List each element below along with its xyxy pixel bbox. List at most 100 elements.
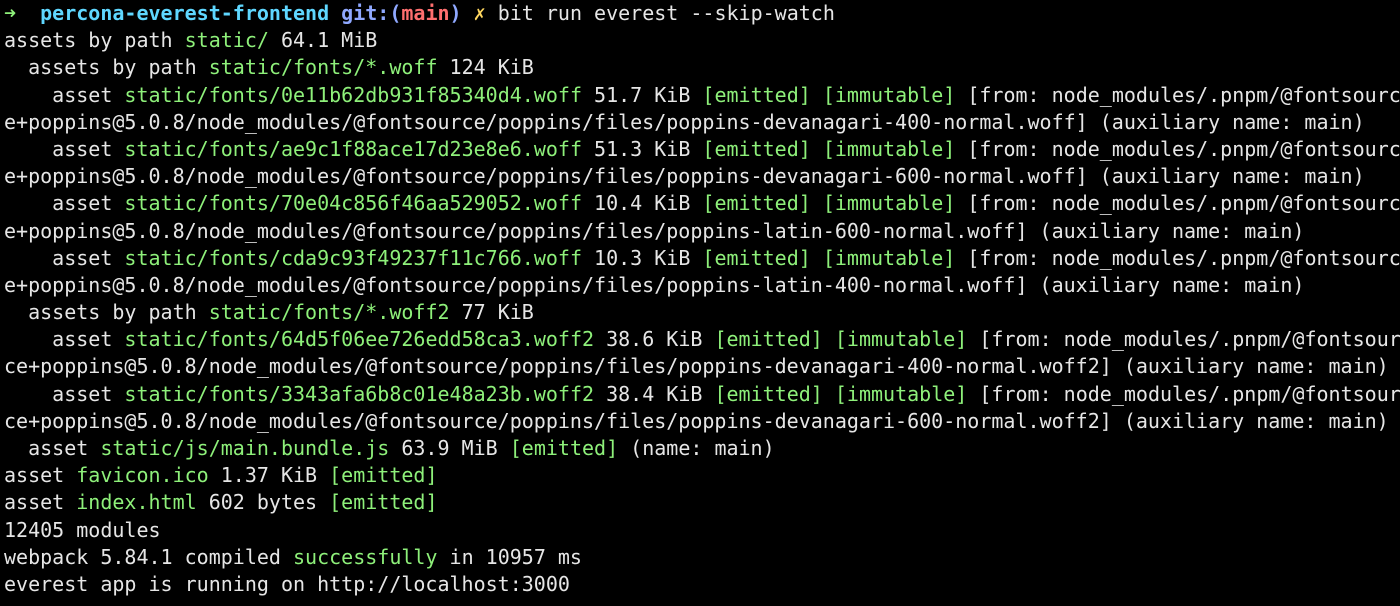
prompt-line: ➜ percona-everest-frontend git:(main) ✗ … — [4, 0, 1400, 27]
prompt-segment: main — [401, 1, 450, 25]
highlighted-text: [emitted] — [702, 136, 811, 161]
highlighted-text: [immutable] — [834, 381, 968, 406]
output-text: 64.1 MiB — [268, 28, 378, 53]
highlighted-text: [immutable] — [822, 245, 956, 270]
highlighted-text: static/js/main.bundle.js — [100, 436, 390, 460]
highlighted-text: static/fonts/0e11b62db931f85340d4.woff — [124, 82, 582, 107]
output-text: e+poppins@5.0.8/node_modules/@fontsource… — [4, 218, 1305, 243]
highlighted-text: static/fonts/*.woff2 — [208, 300, 450, 325]
output-text: [from: node_modules/.pnpm/@fontsourc — [955, 191, 1400, 216]
highlighted-text: favicon.ico — [76, 463, 209, 488]
output-text: ce+poppins@5.0.8/node_modules/@fontsourc… — [4, 408, 1389, 433]
output-text: (name: main) — [618, 436, 775, 460]
terminal-line: e+poppins@5.0.8/node_modules/@fontsource… — [4, 109, 1400, 136]
terminal-line: asset static/fonts/3343afa6b8c01e48a23b.… — [4, 381, 1400, 408]
output-text: e+poppins@5.0.8/node_modules/@fontsource… — [4, 272, 1305, 297]
highlighted-text: [immutable] — [834, 327, 968, 352]
highlighted-text: [emitted] — [329, 463, 438, 488]
prompt-segment: git:( — [329, 1, 402, 25]
highlighted-text: static/fonts/70e04c856f46aa529052.woff — [124, 191, 582, 216]
output-text: asset — [4, 245, 125, 270]
output-text: 51.3 KiB — [581, 136, 703, 161]
prompt-segment: percona-everest-frontend — [40, 1, 330, 25]
output-text: assets by path — [4, 300, 209, 325]
output-text: [from: node_modules/.pnpm/@fontsourc — [955, 136, 1400, 161]
terminal-line: assets by path static/fonts/*.woff 124 K… — [4, 54, 1400, 81]
output-text: asset — [4, 191, 125, 216]
output-text: e+poppins@5.0.8/node_modules/@fontsource… — [4, 109, 1365, 134]
output-text: 1.37 KiB — [208, 463, 330, 488]
terminal-line: everest app is running on http://localho… — [4, 571, 1400, 598]
output-text: 10.4 KiB — [581, 191, 703, 216]
highlighted-text: [emitted] — [714, 381, 823, 406]
terminal-line: webpack 5.84.1 compiled successfully in … — [4, 544, 1400, 571]
output-text: assets by path — [4, 55, 209, 80]
output-text: asset — [4, 463, 77, 488]
output-text: asset — [4, 136, 125, 161]
output-text: [from: node_modules/.pnpm/@fontsourc — [955, 82, 1400, 107]
terminal-line: asset favicon.ico 1.37 KiB [emitted] — [4, 462, 1400, 489]
output-text: asset — [4, 381, 125, 406]
output-text: asset — [4, 82, 125, 107]
output-text: [from: node_modules/.pnpm/@fontsourc — [955, 245, 1400, 270]
output-text: [from: node_modules/.pnpm/@fontsour — [967, 327, 1400, 352]
output-text: 10.3 KiB — [581, 245, 703, 270]
highlighted-text: [emitted] — [509, 436, 619, 460]
terminal-line: assets by path static/ 64.1 MiB — [4, 27, 1400, 54]
terminal-line: asset static/fonts/0e11b62db931f85340d4.… — [4, 82, 1400, 109]
terminal-line: asset static/fonts/ae9c1f88ace17d23e8e6.… — [4, 136, 1400, 163]
highlighted-text: static/fonts/*.woff — [208, 55, 438, 80]
terminal-line: 12405 modules — [4, 517, 1400, 544]
highlighted-text: static/fonts/cda9c93f49237f11c766.woff — [124, 245, 582, 270]
output-text: everest app is running on http://localho… — [4, 571, 570, 596]
output-text: 77 KiB — [449, 300, 534, 325]
output-text: 63.9 MiB — [389, 436, 510, 460]
terminal-line: asset static/js/main.bundle.js 63.9 MiB … — [4, 435, 1400, 462]
terminal-line: asset static/fonts/70e04c856f46aa529052.… — [4, 190, 1400, 217]
highlighted-text: static/ — [184, 28, 269, 53]
highlighted-text: [emitted] — [702, 82, 811, 107]
highlighted-text: static/fonts/ae9c1f88ace17d23e8e6.woff — [124, 136, 582, 161]
highlighted-text: static/fonts/64d5f06ee726edd58ca3.woff2 — [124, 327, 595, 352]
highlighted-text: [emitted] — [329, 490, 438, 515]
output-text: 602 bytes — [196, 490, 330, 515]
highlighted-text: index.html — [76, 490, 197, 515]
prompt-segment: ) — [449, 1, 462, 25]
output-text: asset — [4, 327, 125, 352]
terminal-line: asset static/fonts/cda9c93f49237f11c766.… — [4, 245, 1400, 272]
prompt-segment: ✗ — [461, 1, 486, 25]
terminal-line: asset static/fonts/64d5f06ee726edd58ca3.… — [4, 326, 1400, 353]
output-text: assets by path — [4, 28, 185, 53]
highlighted-text: [emitted] — [714, 327, 823, 352]
output-text: 38.4 KiB — [594, 381, 715, 406]
highlighted-text: [emitted] — [702, 191, 811, 216]
terminal-line: e+poppins@5.0.8/node_modules/@fontsource… — [4, 272, 1400, 299]
prompt-segment: ➜ — [4, 1, 41, 25]
highlighted-text: [immutable] — [822, 191, 956, 216]
highlighted-text: static/fonts/3343afa6b8c01e48a23b.woff2 — [124, 381, 595, 406]
terminal-line: ce+poppins@5.0.8/node_modules/@fontsourc… — [4, 353, 1400, 380]
highlighted-text: [emitted] — [702, 245, 811, 270]
output-text: webpack 5.84.1 compiled — [4, 544, 293, 569]
output-text: 38.6 KiB — [594, 327, 715, 352]
terminal-output[interactable]: ➜ percona-everest-frontend git:(main) ✗ … — [4, 0, 1400, 606]
output-text: e+poppins@5.0.8/node_modules/@fontsource… — [4, 164, 1365, 189]
output-text: ce+poppins@5.0.8/node_modules/@fontsourc… — [4, 354, 1389, 379]
highlighted-text: [immutable] — [822, 82, 956, 107]
output-text: asset — [4, 490, 77, 515]
output-text: 51.7 KiB — [581, 82, 703, 107]
output-text: asset — [4, 436, 101, 460]
terminal-line: ce+poppins@5.0.8/node_modules/@fontsourc… — [4, 408, 1400, 435]
highlighted-text: [immutable] — [822, 136, 956, 161]
terminal-line: e+poppins@5.0.8/node_modules/@fontsource… — [4, 163, 1400, 190]
output-text: [from: node_modules/.pnpm/@fontsour — [967, 381, 1400, 406]
output-text: in 10957 ms — [437, 544, 582, 569]
output-text: 12405 modules — [4, 517, 161, 542]
terminal-line: assets by path static/fonts/*.woff2 77 K… — [4, 299, 1400, 326]
